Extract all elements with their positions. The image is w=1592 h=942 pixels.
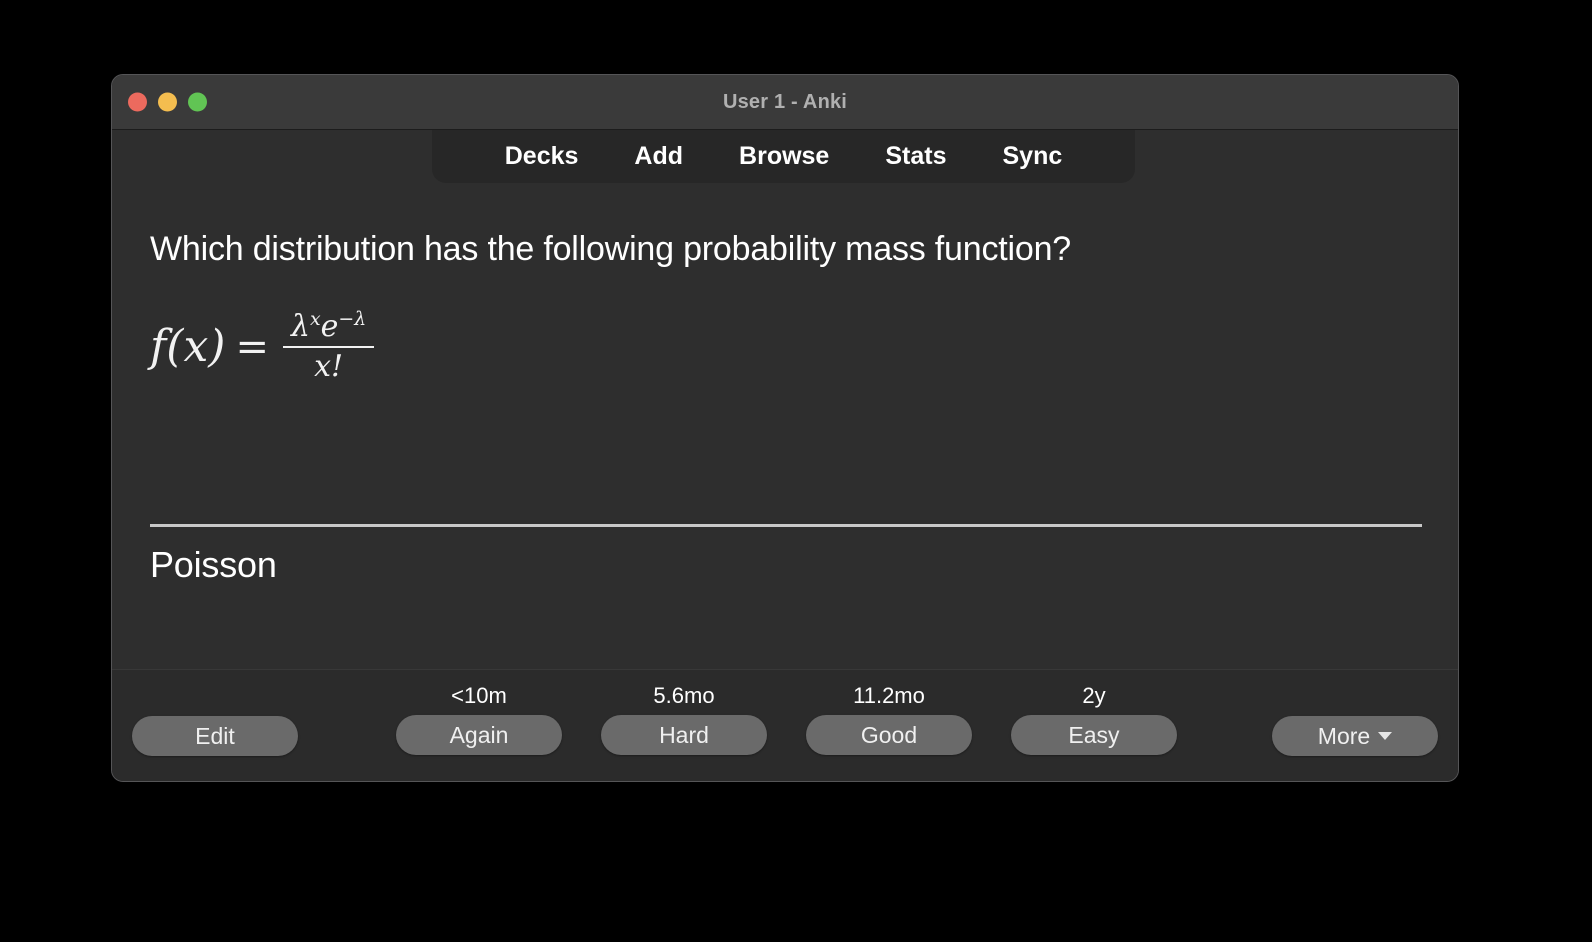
ease-interval-hard: 5.6mo (653, 683, 715, 708)
traffic-light-controls (128, 92, 207, 112)
more-button[interactable]: More (1272, 716, 1438, 756)
nav-item-add[interactable]: Add (606, 142, 711, 171)
card-content-area: Which distribution has the following pro… (112, 186, 1458, 669)
ease-group-hard: 5.6mo Hard (601, 683, 767, 755)
ease-interval-easy: 2y (1082, 683, 1106, 708)
nav-item-decks[interactable]: Decks (477, 142, 607, 171)
ease-interval-again: <10m (451, 683, 507, 708)
navigation-panel: Decks Add Browse Stats Sync (432, 130, 1135, 183)
anki-window: User 1 - Anki Decks Add Browse Stats Syn… (111, 74, 1459, 782)
formula-denominator: x! (314, 348, 344, 384)
ease-group-easy: 2y Easy (1011, 683, 1177, 755)
ease-interval-good: 11.2mo (853, 683, 925, 708)
formula-fraction: λxe−λ x! (282, 308, 375, 384)
formula-e-exponent: −λ (338, 308, 367, 330)
edit-button[interactable]: Edit (132, 716, 298, 756)
formula-lambda: λ (290, 309, 310, 344)
window-title: User 1 - Anki (722, 90, 848, 113)
nav-item-stats[interactable]: Stats (857, 142, 974, 171)
hard-button[interactable]: Hard (601, 715, 767, 755)
zoom-button-icon[interactable] (188, 92, 207, 112)
formula-equals-sign: = (235, 323, 269, 370)
minimize-button-icon[interactable] (158, 92, 177, 112)
easy-button[interactable]: Easy (1011, 715, 1177, 755)
formula-left-hand-side: f(x) (150, 320, 226, 372)
answer-divider (150, 524, 1422, 527)
chevron-down-icon (1378, 732, 1393, 740)
formula-lambda-exponent: x (309, 308, 321, 330)
review-footer-bar: Edit <10m Again 5.6mo Hard 11.2mo Good 2… (112, 669, 1458, 781)
ease-group-good: 11.2mo Good (806, 683, 972, 755)
card-question-text: Which distribution has the following pro… (150, 230, 1071, 268)
card-answer-text: Poisson (150, 544, 277, 585)
card-formula: f(x) = λxe−λ x! (150, 305, 1420, 389)
ease-group-again: <10m Again (396, 683, 562, 755)
formula-e: e (320, 309, 339, 344)
title-bar: User 1 - Anki (112, 75, 1458, 130)
navigation-bar-area: Decks Add Browse Stats Sync (112, 130, 1458, 186)
close-button-icon[interactable] (128, 92, 147, 112)
more-button-label: More (1317, 722, 1371, 749)
nav-item-browse[interactable]: Browse (711, 142, 857, 171)
nav-item-sync[interactable]: Sync (974, 142, 1090, 171)
again-button[interactable]: Again (396, 715, 562, 755)
formula-numerator: λxe−λ (283, 308, 374, 346)
good-button[interactable]: Good (806, 715, 972, 755)
